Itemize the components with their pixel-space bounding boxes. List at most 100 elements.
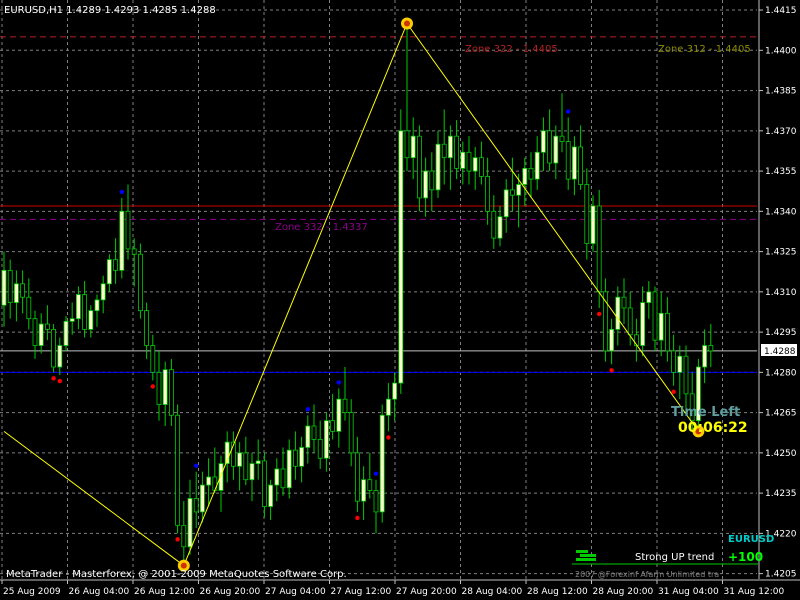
bear-candle xyxy=(330,420,336,432)
time-tick-label: 26 Aug 12:00 xyxy=(134,587,195,597)
bull-candle xyxy=(497,216,503,239)
bull-candle xyxy=(447,135,453,159)
time-tick-label: 27 Aug 04:00 xyxy=(265,587,326,597)
bear-candle xyxy=(454,135,460,169)
bear-candle xyxy=(193,498,199,513)
bear-candle xyxy=(478,157,484,177)
down-fractal-dot xyxy=(671,389,676,394)
time-tick-label: 27 Aug 20:00 xyxy=(396,587,457,597)
price-tick-label: 1.4340 xyxy=(765,207,797,217)
bear-candle xyxy=(627,307,633,336)
price-tick-label: 1.4355 xyxy=(765,167,797,177)
bear-candle xyxy=(565,141,571,180)
bear-candle xyxy=(621,296,627,309)
up-fractal-dot xyxy=(566,109,571,114)
bull-candle xyxy=(187,498,193,548)
bear-candle xyxy=(671,350,676,373)
bear-candle xyxy=(708,345,714,352)
bull-candle xyxy=(410,135,416,159)
bear-candle xyxy=(665,312,670,352)
time-tick-label: 28 Aug 04:00 xyxy=(462,587,523,597)
down-fractal-dot xyxy=(175,537,180,542)
bull-candle xyxy=(69,318,75,322)
bull-candle xyxy=(274,468,280,486)
copyright-text: MetaTrader - Masterforex, @ 2001-2009 Me… xyxy=(6,569,347,580)
bear-candle xyxy=(292,449,298,467)
bull-candle xyxy=(119,210,125,271)
bull-candle xyxy=(336,398,342,432)
bull-candle xyxy=(423,170,429,199)
bull-candle xyxy=(677,355,683,373)
down-fractal-dot xyxy=(597,311,602,317)
bull-candle xyxy=(255,460,261,465)
bull-candle xyxy=(590,205,596,244)
bull-candle xyxy=(107,259,112,285)
bear-candle xyxy=(243,452,249,481)
bear-candle xyxy=(113,259,118,271)
bull-candle xyxy=(13,283,19,303)
zigzag-pivot-center xyxy=(180,562,187,569)
bear-candle xyxy=(280,468,286,489)
time-left-value: 00:06:22 xyxy=(678,420,748,436)
bear-candle xyxy=(441,143,447,159)
bull-candle xyxy=(162,369,168,405)
bear-candle xyxy=(175,414,181,526)
bull-candle xyxy=(385,398,391,416)
bull-candle xyxy=(379,414,385,513)
trend-text: Strong UP trend xyxy=(635,552,714,563)
bull-candle xyxy=(522,167,528,185)
price-chart[interactable]: Zone 322 - 1.4405 Zone 312 - 1.4405 Zone… xyxy=(0,0,800,600)
bull-candle xyxy=(516,184,521,196)
bear-candle xyxy=(528,167,534,180)
bear-candle xyxy=(348,412,354,454)
bear-candle xyxy=(26,296,32,320)
price-tick-label: 1.4250 xyxy=(765,449,797,459)
bear-candle xyxy=(7,269,13,303)
down-fractal-dot xyxy=(51,376,56,381)
zone-label-2: Zone 312 - 1.4405 xyxy=(658,44,751,55)
time-tick-label: 28 Aug 20:00 xyxy=(593,587,654,597)
symbol-info: EURUSD,H1 1.4289 1.4293 1.4285 1.4288 xyxy=(4,5,216,16)
bull-candle xyxy=(206,476,212,486)
time-tick-label: 26 Aug 04:00 xyxy=(69,587,130,597)
bear-candle xyxy=(596,205,602,293)
trend-value: +100 xyxy=(728,550,763,564)
bear-candle xyxy=(429,170,435,191)
bull-candle xyxy=(435,143,441,191)
bear-candle xyxy=(317,439,323,459)
bear-candle xyxy=(144,310,150,346)
price-tick-label: 1.4295 xyxy=(765,328,797,338)
down-fractal-dot xyxy=(386,435,391,440)
bear-candle xyxy=(131,248,137,255)
price-tick-label: 1.4265 xyxy=(765,409,797,419)
price-tick-label: 1.4415 xyxy=(765,6,797,16)
bull-candle xyxy=(472,157,478,172)
bull-candle xyxy=(646,291,652,303)
bull-candle xyxy=(299,447,305,467)
bull-candle xyxy=(503,189,509,218)
bear-candle xyxy=(150,345,156,373)
bear-candle xyxy=(466,151,472,172)
price-tick-label: 1.4370 xyxy=(765,127,797,137)
up-fractal-dot xyxy=(119,189,125,195)
bear-candle xyxy=(578,146,583,185)
bull-candle xyxy=(63,320,69,346)
bear-candle xyxy=(683,355,689,395)
up-fractal-dot xyxy=(336,380,341,385)
trend-bars-icon xyxy=(576,550,588,553)
bear-candle xyxy=(168,369,174,416)
bear-candle xyxy=(509,189,515,196)
trend-credit: 2007 @Forexinf Afarm Unlimited tra xyxy=(575,570,719,579)
bear-candle xyxy=(261,460,267,507)
bull-candle xyxy=(218,463,224,491)
bear-candle xyxy=(32,318,38,346)
bull-candle xyxy=(1,269,7,306)
bull-candle xyxy=(609,329,614,352)
price-axis[interactable]: 1.4415 1.4400 1.4385 1.4370 1.4355 1.4340 1.43… xyxy=(759,6,797,580)
bull-candle xyxy=(305,425,311,448)
bear-candle xyxy=(82,294,87,330)
bull-candle xyxy=(94,299,100,312)
bull-candle xyxy=(541,130,546,153)
bull-candle xyxy=(640,302,645,346)
bear-candle xyxy=(491,210,497,239)
